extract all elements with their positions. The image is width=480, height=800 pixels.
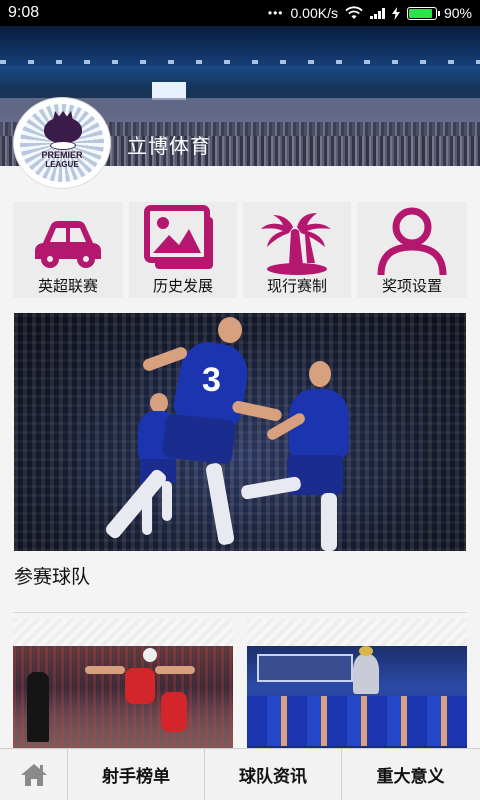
status-bar: 9:08 ••• 0.00K/s 90%: [0, 0, 480, 26]
menu-item-awards[interactable]: 奖项设置: [357, 202, 467, 298]
menu-item-format[interactable]: 现行赛制: [243, 202, 351, 298]
user-icon: [377, 207, 447, 276]
bottom-navigation: 射手榜单 球队资讯 重大意义: [0, 748, 480, 800]
battery-percent: 90%: [443, 5, 472, 21]
menu-item-label: 奖项设置: [381, 277, 442, 295]
logo-text-line1: PREMIER: [41, 150, 83, 160]
logo-text-line2: LEAGUE: [45, 160, 79, 169]
feature-menu: 英超联赛 历史发展 现行赛制 奖项设置: [13, 202, 467, 300]
nav-item-label: 球队资讯: [239, 767, 307, 787]
premier-league-logo[interactable]: PREMIER LEAGUE: [14, 98, 110, 188]
menu-item-label: 历史发展: [152, 277, 213, 295]
status-right: ••• 0.00K/s 90%: [268, 5, 472, 21]
status-time: 9:08: [8, 4, 40, 21]
thumb-stripe: [247, 619, 467, 646]
stadium-lights: [0, 60, 480, 64]
net-speed: 0.00K/s: [290, 5, 338, 21]
featured-team-photo[interactable]: 3: [14, 313, 466, 551]
lion-ball: [50, 141, 76, 150]
photo-player-right: [240, 361, 369, 551]
nav-home-button[interactable]: [0, 749, 68, 800]
battery-icon: [406, 6, 440, 20]
thumb-stripe: [13, 619, 233, 646]
app-title: 立博体育: [127, 134, 211, 158]
menu-item-label: 现行赛制: [266, 277, 327, 295]
more-dots-icon: •••: [267, 6, 284, 20]
car-icon: [35, 221, 101, 268]
charging-icon: [391, 6, 400, 20]
menu-item-premier-league[interactable]: 英超联赛: [13, 202, 123, 298]
nav-item-significance[interactable]: 重大意义: [342, 749, 479, 800]
wifi-icon: [345, 6, 363, 19]
news-thumb-1[interactable]: [13, 619, 233, 749]
battery-fill: [408, 8, 433, 18]
nav-item-top-scorers[interactable]: 射手榜单: [68, 749, 205, 800]
photo-player-center: 3: [94, 313, 283, 551]
menu-item-history[interactable]: 历史发展: [129, 202, 237, 298]
section-divider: [13, 612, 467, 613]
nav-item-label: 重大意义: [376, 767, 445, 787]
nav-item-team-news[interactable]: 球队资讯: [205, 749, 342, 800]
player-shirt-number: 3: [202, 361, 221, 399]
gallery-icon: [144, 205, 213, 269]
signal-icon: [369, 7, 385, 19]
lion-head: [44, 117, 82, 143]
menu-item-label: 英超联赛: [37, 277, 98, 295]
home-icon: [20, 763, 47, 786]
trophy-celebration-photo: [247, 646, 467, 749]
app-screen: 9:08 ••• 0.00K/s 90% 立博体育 PREMIER LEAGUE…: [0, 0, 480, 800]
match-photo-arsenal: [13, 646, 233, 749]
featured-caption[interactable]: 参赛球队: [14, 562, 90, 589]
nav-item-label: 射手榜单: [102, 767, 170, 787]
news-thumb-2[interactable]: [247, 619, 467, 749]
palm-island-icon: [261, 213, 331, 275]
